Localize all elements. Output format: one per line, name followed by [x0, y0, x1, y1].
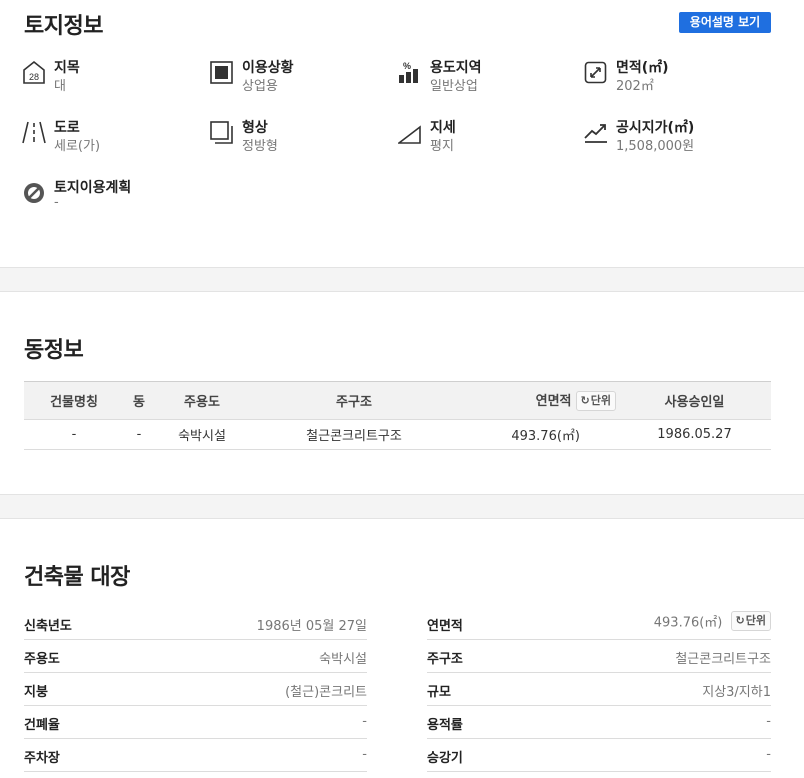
register-key: 주구조	[427, 652, 463, 667]
col-header: 건물명칭	[24, 381, 124, 420]
land-item-label: 형상	[242, 120, 268, 136]
col-header-area: 연면적 ↻단위	[458, 381, 618, 420]
building-register-title: 건축물 대장	[24, 565, 130, 590]
register-key: 연면적	[427, 619, 463, 634]
dong-info-title: 동정보	[24, 338, 84, 363]
land-item-label: 이용상황	[242, 60, 294, 76]
register-value: 철근콘크리트구조	[675, 652, 771, 667]
table-cell: 493.76(㎡)	[458, 419, 618, 450]
land-item-shape: 형상 정방형	[210, 120, 380, 160]
register-value: -	[766, 714, 771, 729]
col-header: 주구조	[250, 381, 458, 420]
register-value: (철근)콘크리트	[285, 685, 367, 700]
svg-text:28: 28	[29, 72, 39, 82]
register-row: 주구조 철근콘크리트구조	[427, 640, 771, 673]
register-row: 규모 지상3/지하1	[427, 673, 771, 706]
road-icon	[22, 121, 46, 144]
land-item-road: 도로 세로(가)	[22, 120, 192, 160]
unit-toggle-button[interactable]: ↻단위	[575, 391, 616, 412]
col-header: 사용승인일	[618, 381, 771, 420]
section-divider	[0, 267, 804, 292]
land-item-terrain: 지세 평지	[398, 120, 568, 160]
land-item-value: 상업용	[242, 79, 278, 94]
land-item-label: 용도지역	[430, 60, 482, 76]
land-item-value: 일반상업	[430, 79, 478, 94]
register-row: 주용도 숙박시설	[24, 640, 367, 673]
dong-info-table: 건물명칭 동 주용도 주구조 연면적 ↻단위 사용승인일 - - 숙박시설 철근콘…	[24, 381, 771, 450]
land-item-area: 면적(㎡) 202㎡	[584, 60, 764, 100]
col-header: 연면적	[535, 393, 572, 409]
col-header: 주용도	[154, 381, 250, 420]
land-item-value: 세로(가)	[54, 139, 101, 154]
register-value: 493.76(㎡)	[653, 615, 723, 631]
land-item-land-use-plan: 토지이용계획 -	[22, 180, 222, 220]
refresh-icon: ↻	[580, 394, 590, 408]
land-item-usage: 이용상황 상업용	[210, 60, 380, 100]
land-item-value: 1,508,000원	[616, 139, 695, 154]
register-value: 1986년 05월 27일	[256, 619, 367, 634]
register-row: 건폐율 -	[24, 706, 367, 739]
unit-toggle-label: 단위	[590, 394, 611, 408]
svg-text:%: %	[403, 61, 411, 71]
land-item-value: 정방형	[242, 139, 278, 154]
register-value: -	[362, 714, 367, 729]
land-item-value: 평지	[430, 139, 454, 154]
register-row: 연면적 493.76(㎡) ↻단위	[427, 607, 771, 640]
register-key: 승강기	[427, 751, 463, 766]
term-explain-button[interactable]: 용어설명 보기	[679, 12, 771, 33]
register-row: 지붕 (철근)콘크리트	[24, 673, 367, 706]
land-item-jimok: 28 지목 대	[22, 60, 192, 100]
table-cell: -	[24, 419, 124, 450]
table-cell: -	[124, 419, 154, 450]
land-item-value: 대	[54, 79, 66, 94]
section-divider	[0, 494, 804, 519]
land-item-label: 도로	[54, 120, 80, 136]
lot-28-icon: 28	[23, 60, 45, 84]
register-value: -	[766, 747, 771, 762]
land-item-label: 토지이용계획	[54, 180, 132, 196]
land-item-label: 지세	[430, 120, 456, 136]
table-row: - - 숙박시설 철근콘크리트구조 493.76(㎡) 1986.05.27	[24, 419, 771, 450]
register-key: 신축년도	[24, 619, 72, 634]
register-key: 주차장	[24, 751, 60, 766]
land-item-value: -	[54, 195, 59, 210]
register-value: 숙박시설	[319, 652, 367, 667]
land-item-label: 공시지가(㎡)	[616, 120, 695, 136]
price-trend-icon	[584, 124, 607, 143]
building-usage-icon	[210, 61, 233, 84]
land-item-zoning: % 용도지역 일반상업	[398, 60, 568, 100]
register-key: 규모	[427, 685, 451, 700]
land-item-value: 202㎡	[616, 79, 654, 94]
register-row: 신축년도 1986년 05월 27일	[24, 607, 367, 640]
table-cell: 숙박시설	[154, 419, 250, 450]
register-key: 용적률	[427, 718, 463, 733]
slope-icon	[398, 125, 421, 144]
area-expand-icon	[584, 61, 607, 84]
land-info-section: 토지정보 용어설명 보기 28 지목 대 이용상황 상업용 % 용도지역 일반상…	[0, 0, 804, 267]
land-item-official-price: 공시지가(㎡) 1,508,000원	[584, 120, 764, 160]
table-cell: 1986.05.27	[618, 419, 771, 450]
col-header: 동	[124, 381, 154, 420]
register-key: 주용도	[24, 652, 60, 667]
shape-square-icon	[210, 121, 233, 144]
register-row: 주차장 -	[24, 739, 367, 772]
register-key: 지붕	[24, 685, 48, 700]
table-header-row: 건물명칭 동 주용도 주구조 연면적 ↻단위 사용승인일	[24, 381, 771, 420]
register-value: -	[362, 747, 367, 762]
no-plan-icon	[24, 183, 44, 203]
register-value-with-unit: 493.76(㎡) ↻단위	[654, 611, 771, 631]
unit-toggle-label: 단위	[745, 614, 766, 627]
land-info-title: 토지정보	[24, 14, 103, 39]
land-item-label: 면적(㎡)	[616, 60, 669, 76]
register-row: 용적률 -	[427, 706, 771, 739]
percent-bar-icon: %	[399, 61, 418, 83]
register-row: 승강기 -	[427, 739, 771, 772]
table-cell: 철근콘크리트구조	[250, 419, 458, 450]
unit-toggle-button[interactable]: ↻단위	[730, 611, 771, 631]
register-value: 지상3/지하1	[702, 685, 771, 700]
register-key: 건폐율	[24, 718, 60, 733]
land-item-label: 지목	[54, 60, 80, 76]
refresh-icon: ↻	[735, 614, 745, 627]
